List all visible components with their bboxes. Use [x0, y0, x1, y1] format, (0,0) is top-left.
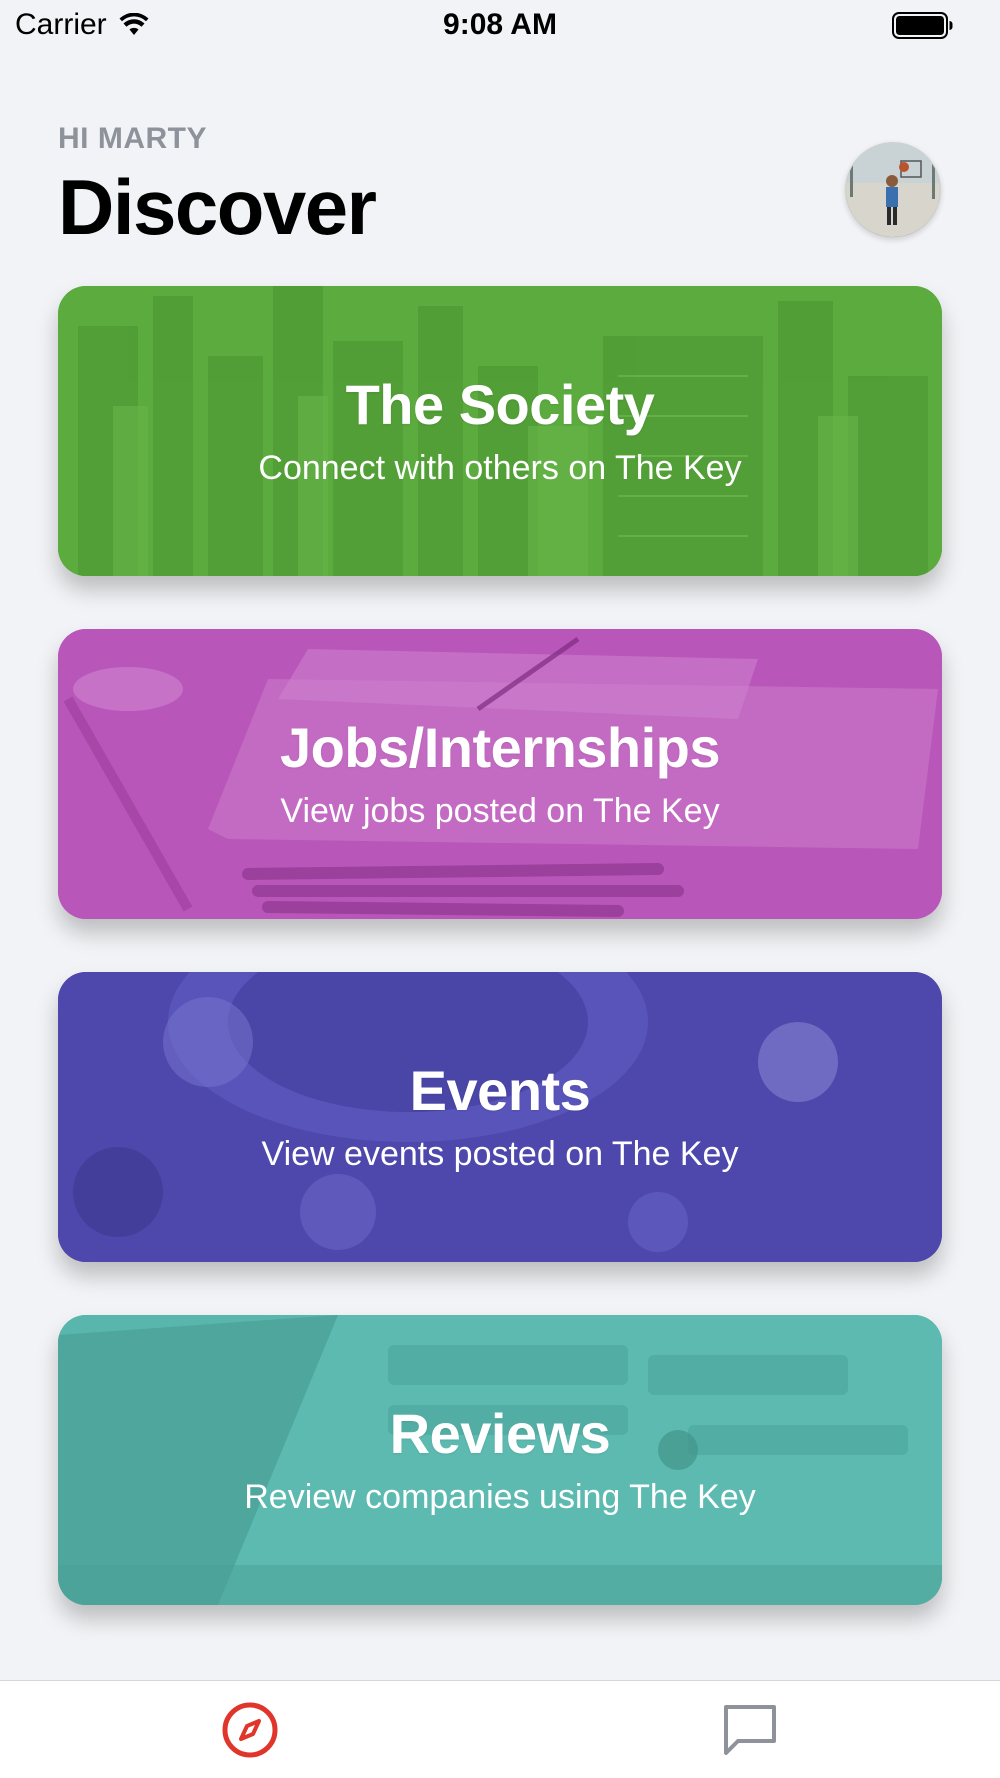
card-title: Jobs/Internships — [279, 716, 721, 780]
card-subtitle: View events posted on The Key — [261, 1134, 739, 1173]
tab-messages[interactable] — [680, 1681, 820, 1778]
card-content: The Society Connect with others on The K… — [58, 286, 942, 576]
tab-discover[interactable] — [180, 1681, 320, 1778]
card-reviews[interactable]: Reviews Review companies using The Key — [58, 1315, 942, 1605]
card-title: The Society — [345, 373, 655, 437]
card-subtitle: Connect with others on The Key — [258, 448, 742, 487]
greeting: HI MARTY — [58, 122, 207, 155]
card-title: Events — [409, 1059, 591, 1123]
card-subtitle: Review companies using The Key — [244, 1477, 756, 1516]
avatar[interactable] — [845, 142, 941, 238]
card-the-society[interactable]: The Society Connect with others on The K… — [58, 286, 942, 576]
discover-screen: Carrier 9:08 AM HI MARTY Discover The So… — [0, 0, 1000, 1778]
card-events[interactable]: Events View events posted on The Key — [58, 972, 942, 1262]
chat-bubble-icon — [724, 1705, 776, 1755]
card-jobs-internships[interactable]: Jobs/Internships View jobs posted on The… — [58, 629, 942, 919]
tab-bar — [0, 1680, 1000, 1778]
card-content: Events View events posted on The Key — [58, 972, 942, 1262]
card-subtitle: View jobs posted on The Key — [280, 791, 720, 830]
card-content: Jobs/Internships View jobs posted on The… — [58, 629, 942, 919]
battery-icon — [892, 12, 953, 39]
clock: 9:08 AM — [443, 8, 557, 41]
profile-photo — [846, 143, 940, 237]
page-title: Discover — [58, 163, 377, 251]
compass-icon — [222, 1702, 278, 1758]
card-content: Reviews Review companies using The Key — [58, 1315, 942, 1605]
status-bar: Carrier 9:08 AM — [0, 0, 1000, 50]
card-title: Reviews — [389, 1402, 611, 1466]
